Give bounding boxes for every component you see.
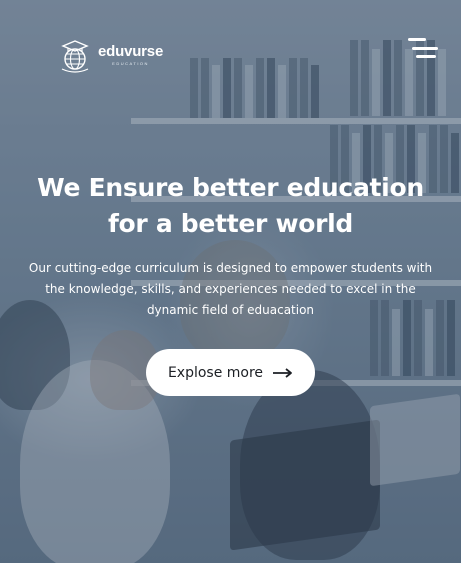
globe-cap-icon xyxy=(61,40,89,73)
brand-tagline: EDUCATION xyxy=(112,61,149,66)
description-line: Our cutting-edge curriculum is designed … xyxy=(28,261,433,275)
explore-more-button[interactable]: Explose more xyxy=(146,349,315,396)
explore-more-label: Explose more xyxy=(167,364,264,381)
description-line: the knowledge, skills, and experiences n… xyxy=(45,282,416,296)
brand-name: eduvurse xyxy=(98,43,164,60)
headline-line: We Ensure better education xyxy=(37,173,424,202)
menu-line xyxy=(416,55,436,58)
headline-line: for a better world xyxy=(107,209,354,238)
hero-section: eduvurse EDUCATION We Ensure better educ… xyxy=(0,0,461,563)
arrow-right-icon xyxy=(273,367,292,378)
menu-line xyxy=(412,46,438,50)
hero-description: Our cutting-edge curriculum is designed … xyxy=(20,258,441,321)
hamburger-menu-icon[interactable] xyxy=(408,38,438,58)
brand-logo[interactable]: eduvurse EDUCATION xyxy=(58,35,163,75)
brand-text: eduvurse EDUCATION xyxy=(98,44,163,66)
hero-headline: We Ensure better education for a better … xyxy=(0,170,461,242)
menu-line xyxy=(408,38,426,41)
description-line: dynamic field of eduacation xyxy=(146,303,315,317)
